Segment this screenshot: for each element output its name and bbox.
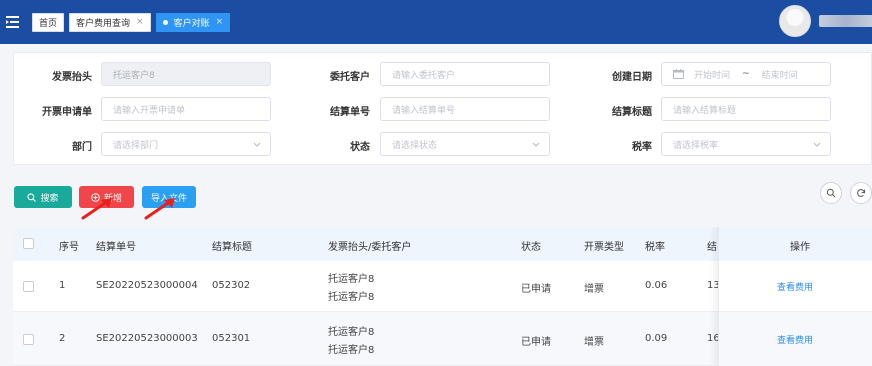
top-navigation-bar: 首页 客户费用查询 × 客户对账 × [0,0,872,44]
header-operations: 操作 [790,242,810,253]
settlement-no-input[interactable]: 请输入结算单号 [380,97,550,121]
close-icon[interactable]: × [136,17,144,27]
tab-customer-fee-query[interactable]: 客户费用查询 × [69,12,151,32]
invoice-request-input[interactable]: 请输入开票申请单 [101,97,271,121]
invoice-title-field: 托运客户8 [101,62,271,86]
close-icon[interactable]: × [216,17,224,27]
start-date-input[interactable]: 开始时间 [694,68,730,81]
header-settlement-title: 结算标题 [212,242,252,253]
active-dot-icon [162,19,168,25]
chevron-down-icon [813,142,821,147]
settlement-no-label: 结算单号 [330,107,370,118]
cell-invoice-type: 增票 [584,284,604,295]
tab-home[interactable]: 首页 [32,12,65,32]
cell-settlement-no: SE20220523000003 [96,333,198,344]
search-icon [27,192,37,202]
menu-toggle-icon[interactable] [0,0,24,44]
search-button[interactable]: 搜索 [14,186,72,208]
header-index: 序号 [59,242,79,253]
settlement-title-input[interactable]: 请输入结算标题 [661,97,831,121]
cell-invoice-title: 托运客户8 [328,274,375,285]
chevron-down-icon [253,142,261,147]
department-label: 部门 [72,142,92,153]
fixed-operations-column: 操作 查看费用 查看费用 [718,227,872,366]
header-partial-column: 结 [707,242,717,253]
row-checkbox[interactable] [23,281,34,292]
create-date-range-picker[interactable]: 开始时间 ~ 结束时间 [661,62,831,86]
header-invoice-type: 开票类型 [584,242,624,253]
cell-status: 已申请 [521,337,551,348]
filter-panel: 发票抬头 托运客户8 委托客户 请输入委托客户 创建日期 开始时间 ~ 结束时间… [13,52,872,165]
view-fee-link[interactable]: 查看费用 [777,280,813,293]
cell-status: 已申请 [521,284,551,295]
invoice-title-label: 发票抬头 [52,72,92,83]
view-fee-link[interactable]: 查看费用 [777,333,813,346]
refresh-button[interactable] [850,182,872,204]
header-status: 状态 [521,242,541,253]
tax-rate-select[interactable]: 请选择税率 [661,132,831,156]
department-placeholder: 请选择部门 [113,140,159,151]
cell-tax-rate: 0.06 [645,280,668,291]
cell-entrust-customer: 托运客户8 [328,292,375,303]
cell-invoice-title: 托运客户8 [328,327,375,338]
username-obscured [819,15,872,27]
tax-rate-label: 税率 [632,142,652,153]
status-placeholder: 请选择状态 [392,140,438,151]
cell-settlement-title: 052302 [212,280,251,291]
avatar[interactable] [779,5,811,37]
search-button-label: 搜索 [40,193,59,204]
chevron-down-icon [532,142,540,147]
cell-index: 2 [59,333,66,344]
create-date-label: 创建日期 [612,72,652,83]
cell-tax-rate: 0.09 [645,333,668,344]
tax-rate-placeholder: 请选择税率 [673,140,719,151]
department-select[interactable]: 请选择部门 [101,132,271,156]
annotation-arrow-icon [81,198,112,220]
search-icon [826,188,836,198]
reconciliation-table: 序号 结算单号 结算标题 发票抬头/委托客户 状态 开票类型 税率 结 1 SE… [13,227,872,366]
header-settlement-no: 结算单号 [96,242,136,253]
header-tax-rate: 税率 [645,242,665,253]
date-range-separator: ~ [742,69,750,79]
calendar-icon [673,69,684,79]
toggle-search-button[interactable] [820,182,842,204]
cell-invoice-type: 增票 [584,337,604,348]
entrust-customer-input[interactable]: 请输入委托客户 [380,62,550,86]
cell-entrust-customer: 托运客户8 [328,345,375,356]
tab-label: 客户对账 [173,18,210,29]
settlement-title-label: 结算标题 [612,107,652,118]
row-checkbox[interactable] [23,334,34,345]
header-invoice-title-customer: 发票抬头/委托客户 [328,242,412,253]
annotation-arrow-icon [144,198,175,220]
select-all-checkbox[interactable] [23,238,34,249]
cell-index: 1 [59,280,66,291]
tab-customer-reconciliation[interactable]: 客户对账 × [155,12,231,32]
tab-label: 首页 [39,18,58,29]
tab-label: 客户费用查询 [76,18,131,29]
entrust-customer-label: 委托客户 [330,72,370,83]
end-date-input[interactable]: 结束时间 [762,68,798,81]
tab-bar: 首页 客户费用查询 × 客户对账 × [32,12,231,32]
status-select[interactable]: 请选择状态 [380,132,550,156]
cell-settlement-no: SE20220523000004 [96,280,198,291]
refresh-icon [857,189,866,197]
status-label: 状态 [350,142,370,153]
invoice-request-label: 开票申请单 [42,107,92,118]
user-menu[interactable] [779,5,872,37]
cell-settlement-title: 052301 [212,333,251,344]
